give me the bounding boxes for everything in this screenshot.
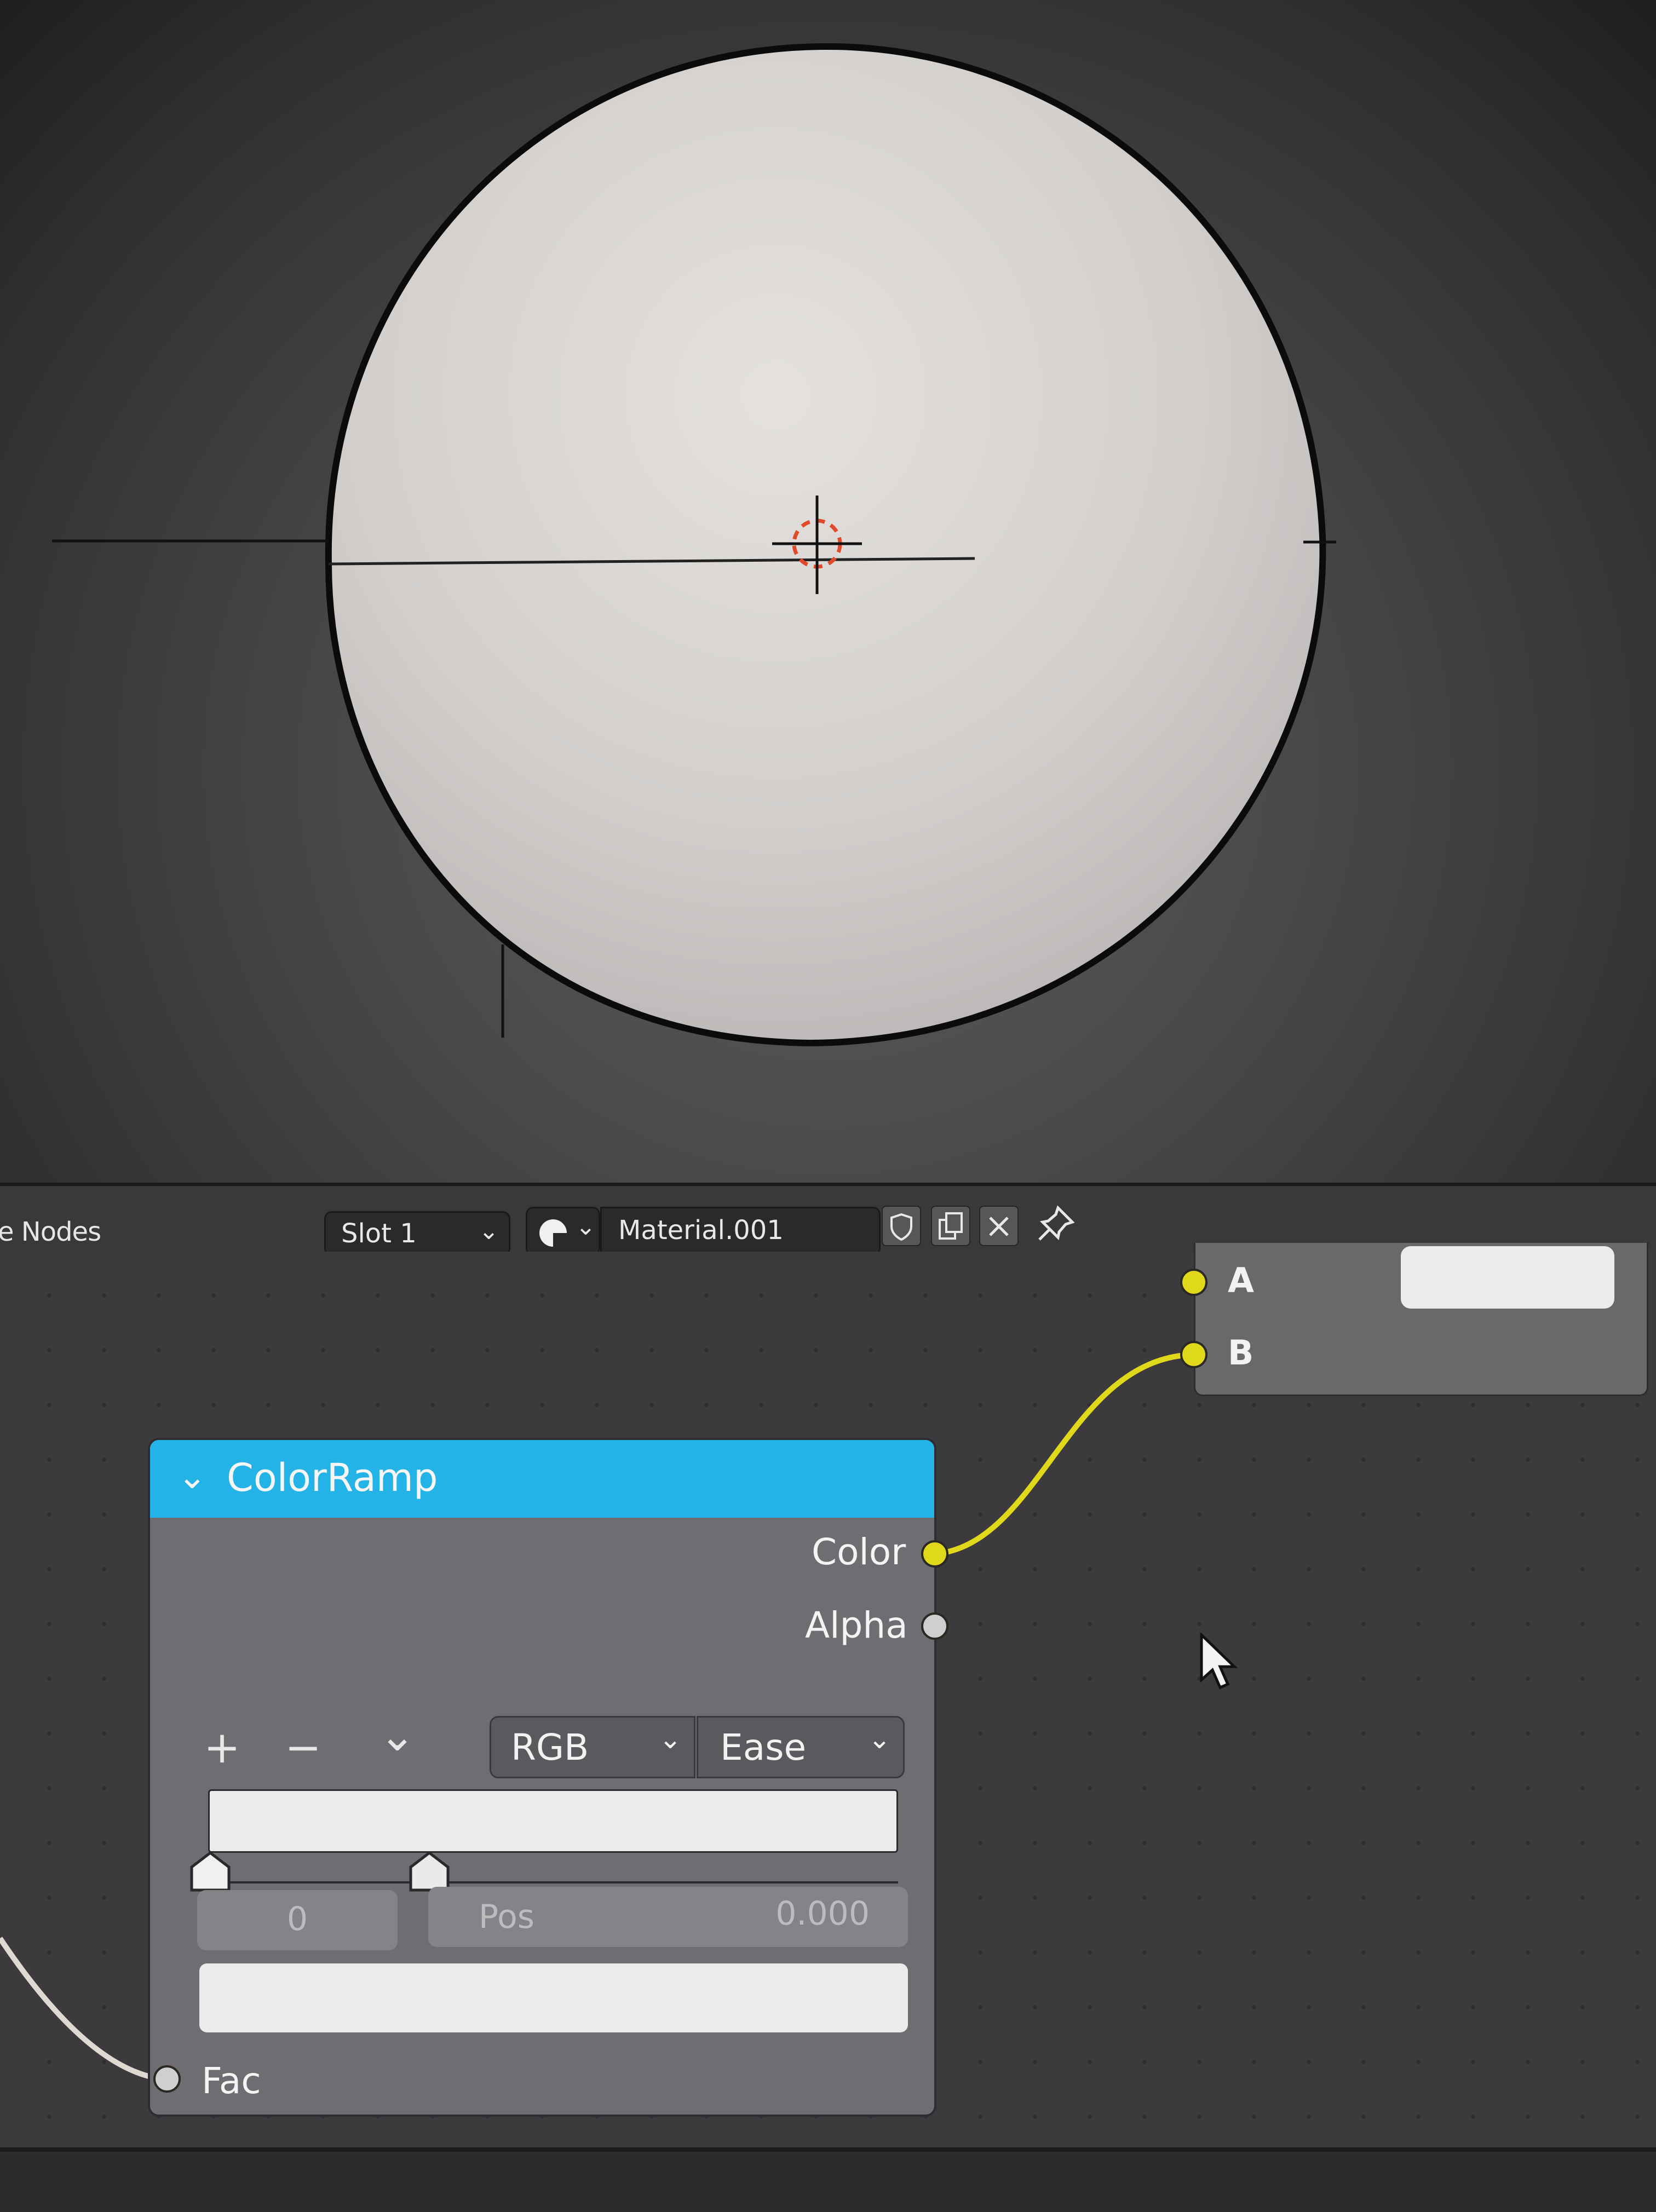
output-color-label: Color	[812, 1531, 906, 1573]
mouse-cursor-icon	[1200, 1633, 1238, 1690]
fake-user-shield-button[interactable]	[882, 1206, 921, 1246]
pos-value: 0.000	[775, 1894, 870, 1933]
shield-icon	[890, 1213, 912, 1241]
close-icon	[989, 1217, 1009, 1236]
colorramp-header[interactable]: ⌄ ColorRamp	[150, 1440, 934, 1518]
output-alpha-socket[interactable]	[921, 1612, 948, 1640]
color-mode-dropdown[interactable]: RGB ⌄	[490, 1716, 695, 1778]
interpolation-value: Ease	[720, 1726, 807, 1769]
color-stop-1[interactable]	[409, 1851, 450, 1892]
active-stop-index-field[interactable]: 0	[197, 1890, 398, 1950]
chevron-down-icon: ⌄	[576, 1213, 596, 1241]
socket-b-label: B	[1228, 1333, 1254, 1373]
pin-button[interactable]	[1034, 1202, 1078, 1246]
chevron-down-icon: ⌄	[659, 1723, 682, 1755]
material-sphere-icon	[539, 1219, 567, 1247]
specials-menu-button[interactable]: ⌄	[379, 1714, 416, 1758]
color-stop-0[interactable]	[190, 1851, 231, 1892]
output-color-socket[interactable]	[921, 1540, 948, 1568]
input-fac-socket[interactable]	[153, 2065, 181, 2093]
slot-label: Slot 1	[341, 1218, 417, 1249]
material-name-field[interactable]: Material.001	[600, 1207, 881, 1256]
input-fac-label: Fac	[202, 2060, 261, 2102]
editor-bottom-bar	[0, 2147, 1656, 2212]
slot-dropdown[interactable]: Slot 1 ⌄	[324, 1211, 510, 1256]
color-mode-value: RGB	[511, 1726, 589, 1769]
material-browse-button[interactable]: ⌄	[526, 1207, 600, 1256]
duplicate-material-button[interactable]	[931, 1206, 970, 1246]
stop-index-value: 0	[286, 1900, 308, 1938]
socket-a[interactable]	[1180, 1269, 1208, 1296]
color-a-swatch[interactable]	[1401, 1246, 1614, 1309]
unlink-material-button[interactable]	[979, 1206, 1019, 1246]
add-stop-button[interactable]: +	[204, 1726, 240, 1770]
chevron-down-icon: ⌄	[479, 1217, 499, 1245]
socket-b[interactable]	[1180, 1341, 1208, 1368]
remove-stop-button[interactable]: −	[285, 1726, 321, 1770]
colorramp-node[interactable]: ⌄ ColorRamp Color Alpha + − ⌄ RGB ⌄ Ease…	[148, 1438, 936, 2117]
duplicate-icon	[939, 1212, 963, 1240]
output-alpha-label: Alpha	[805, 1604, 908, 1646]
material-name: Material.001	[618, 1215, 784, 1246]
editor-type-label: e Nodes	[0, 1217, 101, 1247]
viewport-scene	[52, 43, 1336, 1047]
pin-icon	[1038, 1205, 1075, 1241]
stop-color-swatch[interactable]	[199, 1963, 908, 2032]
3d-viewport[interactable]	[0, 0, 1656, 1183]
chevron-down-icon: ⌄	[868, 1723, 891, 1755]
node-title: ColorRamp	[227, 1455, 438, 1500]
stop-position-field[interactable]: Pos 0.000	[428, 1887, 908, 1947]
interpolation-dropdown[interactable]: Ease ⌄	[697, 1716, 905, 1778]
pos-label: Pos	[479, 1898, 535, 1936]
socket-a-label: A	[1228, 1260, 1254, 1300]
collapse-chevron-icon[interactable]: ⌄	[177, 1456, 207, 1497]
